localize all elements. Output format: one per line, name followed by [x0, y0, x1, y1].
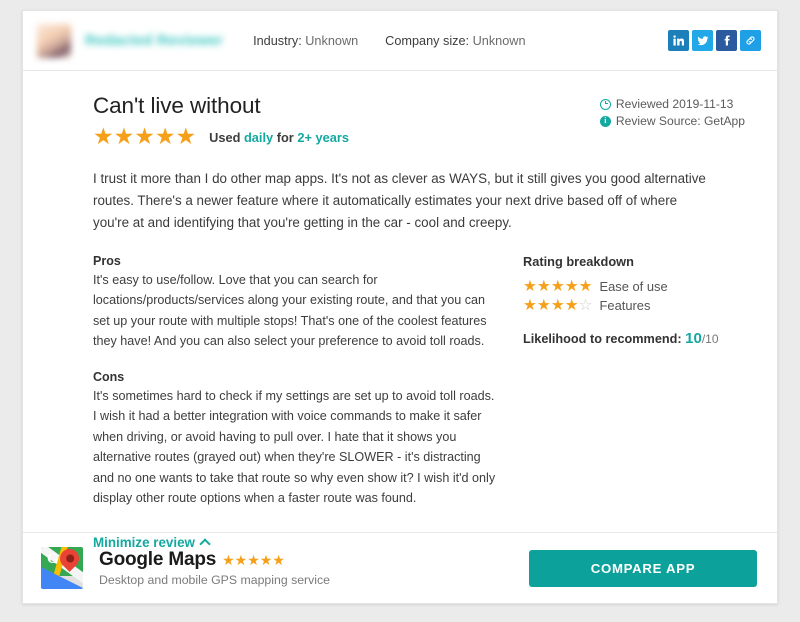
ease-of-use-stars: ★ ★ ★ ★ ★	[523, 279, 593, 295]
reviewed-date: Reviewed 2019-11-13	[615, 97, 734, 111]
star-filled: ★	[523, 297, 537, 315]
overall-rating-line: ★ ★ ★ ★ ★ Used daily for 2+ years	[93, 125, 600, 148]
social-share-group	[668, 30, 761, 51]
star-filled: ★	[550, 297, 565, 315]
cons-text: It's sometimes hard to check if my setti…	[93, 388, 496, 506]
usage-middle: for	[276, 130, 294, 145]
app-tagline: Desktop and mobile GPS mapping service	[99, 573, 331, 587]
features-label: Features	[599, 298, 651, 314]
star-filled: ★	[536, 277, 551, 295]
twitter-icon[interactable]	[692, 30, 713, 51]
pros-text: It's easy to use/follow. Love that you c…	[93, 272, 487, 349]
avatar	[37, 23, 71, 58]
star-filled: ★	[154, 123, 176, 149]
clock-icon	[599, 98, 611, 110]
app-title-row: Google Maps ★ ★ ★ ★ ★	[99, 549, 330, 571]
company-size-value: Unknown	[472, 33, 526, 48]
star-filled: ★	[564, 297, 579, 315]
usage-duration: 2+ years	[297, 130, 349, 145]
review-source: Review Source: GetApp	[615, 114, 745, 128]
star-filled: ★	[564, 277, 579, 295]
star-filled: ★	[113, 123, 135, 149]
likelihood-value: 10	[685, 329, 702, 347]
company-size-label: Company size:	[385, 33, 470, 48]
title-row: Can't live without ★ ★ ★ ★ ★ Used daily	[93, 93, 745, 148]
review-title: Can't live without	[93, 93, 261, 118]
star-filled: ★	[550, 277, 565, 295]
star-filled: ★	[247, 552, 260, 568]
star-filled: ★	[536, 297, 551, 315]
rating-breakdown-column: Rating breakdown ★ ★ ★ ★ ★ Ease of use ★…	[501, 254, 745, 509]
likelihood-to-recommend: Likelihood to recommend: 10/10	[523, 330, 745, 347]
reviewed-date-line: Reviewed 2019-11-13	[599, 97, 745, 111]
overall-rating-stars: ★ ★ ★ ★ ★	[93, 125, 196, 148]
app-rating-stars: ★ ★ ★ ★ ★	[222, 553, 285, 567]
review-main-text: I trust it more than I do other map apps…	[93, 171, 706, 230]
review-card: Redacted Reviewer Industry: Unknown Comp…	[22, 10, 778, 604]
features-stars: ★ ★ ★ ★ ☆	[523, 298, 593, 314]
rating-breakdown-heading: Rating breakdown	[523, 253, 634, 269]
ease-of-use-label: Ease of use	[599, 278, 668, 294]
star-filled: ★	[234, 552, 248, 568]
usage-prefix: Used	[209, 130, 241, 145]
logo-letter-g: G	[47, 551, 59, 567]
company-size-meta: Company size: Unknown	[385, 34, 525, 48]
review-body: Can't live without ★ ★ ★ ★ ★ Used daily	[23, 71, 777, 552]
star-filled: ★	[175, 123, 197, 149]
star-filled: ★	[272, 552, 285, 568]
facebook-icon[interactable]	[716, 30, 737, 51]
app-info: Google Maps ★ ★ ★ ★ ★ Desktop and mobile…	[99, 549, 330, 587]
info-icon: i	[599, 115, 611, 127]
title-left: Can't live without ★ ★ ★ ★ ★ Used daily	[93, 93, 600, 148]
likelihood-label: Likelihood to recommend:	[523, 331, 682, 346]
pros-cons-and-breakdown: Pros It's easy to use/follow. Love that …	[93, 254, 745, 509]
usage-frequency: daily	[243, 130, 274, 145]
compare-app-button[interactable]: COMPARE APP	[529, 549, 757, 587]
review-source-line: i Review Source: GetApp	[599, 114, 745, 128]
star-filled: ★	[578, 277, 593, 295]
cons-heading: Cons	[93, 369, 125, 384]
reviewer-name: Redacted Reviewer	[85, 32, 224, 49]
review-meta-right: Reviewed 2019-11-13 i Review Source: Get…	[599, 93, 745, 131]
industry-meta: Industry: Unknown	[253, 34, 358, 48]
app-footer: G Google Maps ★ ★ ★ ★ ★ Desktop and mobi…	[23, 532, 777, 603]
rating-row-ease-of-use: ★ ★ ★ ★ ★ Ease of use	[523, 279, 745, 295]
pros-cons-column: Pros It's easy to use/follow. Love that …	[93, 254, 501, 509]
logo-blue-area	[41, 567, 83, 589]
industry-value: Unknown	[305, 33, 359, 48]
star-filled: ★	[134, 123, 155, 149]
linkedin-icon[interactable]	[668, 30, 689, 51]
likelihood-max: /10	[701, 331, 719, 346]
app-name[interactable]: Google Maps	[99, 549, 216, 571]
link-icon[interactable]	[740, 30, 761, 51]
rating-row-features: ★ ★ ★ ★ ☆ Features	[523, 298, 745, 314]
star-filled: ★	[523, 277, 537, 295]
pros-heading: Pros	[93, 253, 121, 268]
page-root: Redacted Reviewer Industry: Unknown Comp…	[0, 0, 800, 622]
industry-label: Industry:	[253, 33, 302, 48]
star-filled: ★	[93, 123, 114, 149]
review-header: Redacted Reviewer Industry: Unknown Comp…	[23, 11, 777, 71]
star-filled: ★	[259, 552, 273, 568]
star-empty: ☆	[578, 297, 593, 315]
usage-summary: Used daily for 2+ years	[209, 130, 349, 145]
google-maps-logo-icon: G	[41, 547, 83, 589]
star-filled: ★	[222, 552, 235, 568]
